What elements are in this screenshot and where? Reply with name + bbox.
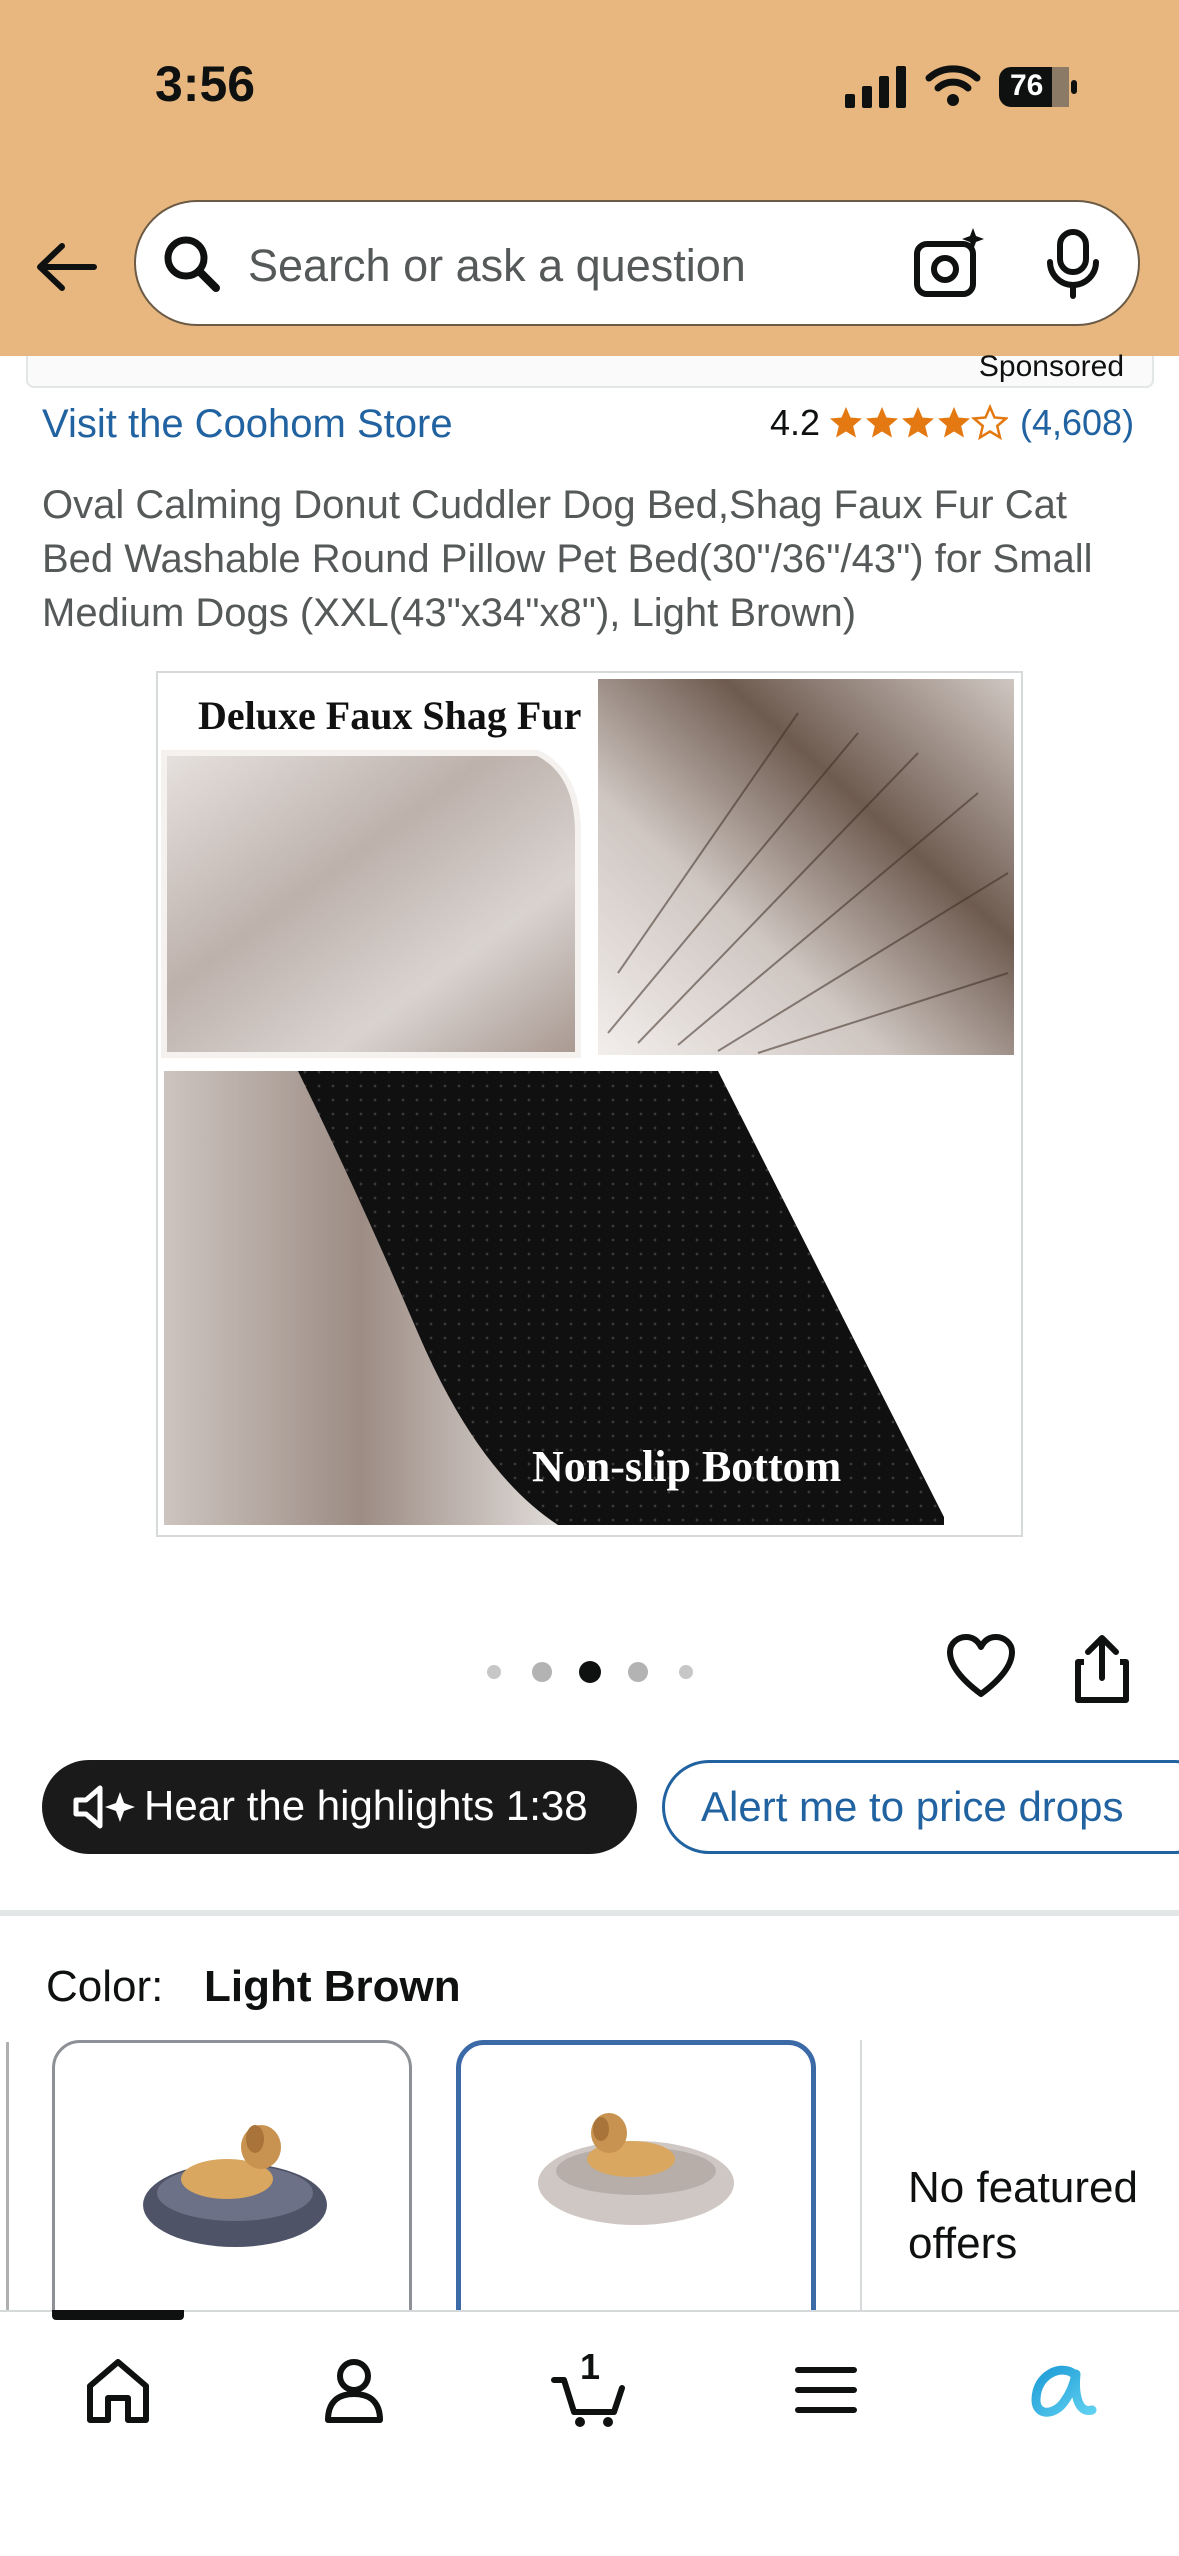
search-icon	[164, 236, 220, 292]
carousel-dot[interactable]	[532, 1662, 552, 1682]
product-title: Oval Calming Donut Cuddler Dog Bed,Shag …	[42, 483, 1093, 635]
rufus-icon	[1031, 2365, 1097, 2417]
sponsored-label: Sponsored	[978, 350, 1124, 383]
carousel-dot[interactable]	[679, 1665, 693, 1679]
color-swatch-dark-grey[interactable]	[52, 2040, 412, 2340]
search-input[interactable]: Search or ask a question	[248, 240, 746, 292]
section-divider	[0, 1910, 1179, 1916]
no-offers-text: No featured offers	[908, 2163, 1138, 2268]
tab-account[interactable]	[314, 2350, 394, 2430]
store-link[interactable]: Visit the Coohom Store	[42, 402, 453, 447]
star-rating-icon[interactable]	[828, 401, 1008, 445]
product-photo: Deluxe Faux Shag Fur Non-slip Bottom	[158, 673, 1021, 1535]
carousel-dot-active[interactable]	[579, 1661, 601, 1683]
back-arrow-icon[interactable]	[32, 232, 102, 302]
tab-cart[interactable]: 1	[550, 2346, 630, 2430]
active-tab-indicator	[52, 2310, 184, 2320]
heart-icon[interactable]	[946, 1634, 1016, 1700]
carousel-dot[interactable]	[628, 1662, 648, 1682]
swatch-edge	[0, 2042, 9, 2322]
image-caption-bottom: Non-slip Bottom	[532, 1442, 841, 1491]
color-label: Color:	[46, 1962, 164, 2011]
bottom-tab-bar: 1	[0, 2310, 1179, 2556]
search-bar[interactable]: Search or ask a question	[134, 200, 1140, 326]
image-caption-top: Deluxe Faux Shag Fur	[198, 693, 581, 738]
hear-highlights-button[interactable]: Hear the highlights 1:38	[42, 1760, 637, 1854]
share-icon[interactable]	[1070, 1634, 1134, 1704]
speaker-sparkle-icon	[73, 1785, 135, 1829]
home-icon	[87, 2359, 149, 2423]
dog-bed-thumbnail	[538, 2113, 734, 2225]
hear-highlights-label: Hear the highlights 1:38	[144, 1782, 588, 1829]
product-image[interactable]: Deluxe Faux Shag Fur Non-slip Bottom	[156, 671, 1023, 1537]
tab-rufus[interactable]	[1022, 2350, 1102, 2430]
color-swatch-light-brown[interactable]	[456, 2040, 816, 2340]
tab-menu[interactable]	[786, 2350, 866, 2430]
battery-icon: 76	[998, 66, 1078, 108]
menu-icon	[795, 2367, 857, 2413]
app-header: 3:56 76 Search or ask a question	[0, 0, 1179, 356]
carousel-indicator[interactable]	[484, 1660, 704, 1684]
rating-value: 4.2	[770, 402, 821, 443]
cart-count: 1	[580, 2346, 601, 2387]
wifi-icon	[925, 65, 981, 106]
color-value: Light Brown	[204, 1962, 461, 2011]
price-alert-button[interactable]: Alert me to price drops	[662, 1760, 1179, 1854]
review-count[interactable]: (4,608)	[1020, 402, 1134, 444]
microphone-icon[interactable]	[1042, 228, 1104, 300]
tab-home[interactable]	[78, 2350, 158, 2430]
price-alert-label: Alert me to price drops	[701, 1783, 1124, 1830]
carousel-dot[interactable]	[487, 1665, 501, 1679]
camera-search-icon[interactable]	[911, 226, 987, 302]
account-icon	[325, 2359, 383, 2423]
cellular-signal-icon	[845, 66, 906, 108]
dog-bed-thumbnail	[143, 2125, 327, 2247]
status-time: 3:56	[155, 56, 256, 112]
previous-sponsored-card: Sponsored	[26, 350, 1154, 388]
battery-level: 76	[1010, 69, 1044, 102]
swatch-divider	[860, 2040, 862, 2320]
